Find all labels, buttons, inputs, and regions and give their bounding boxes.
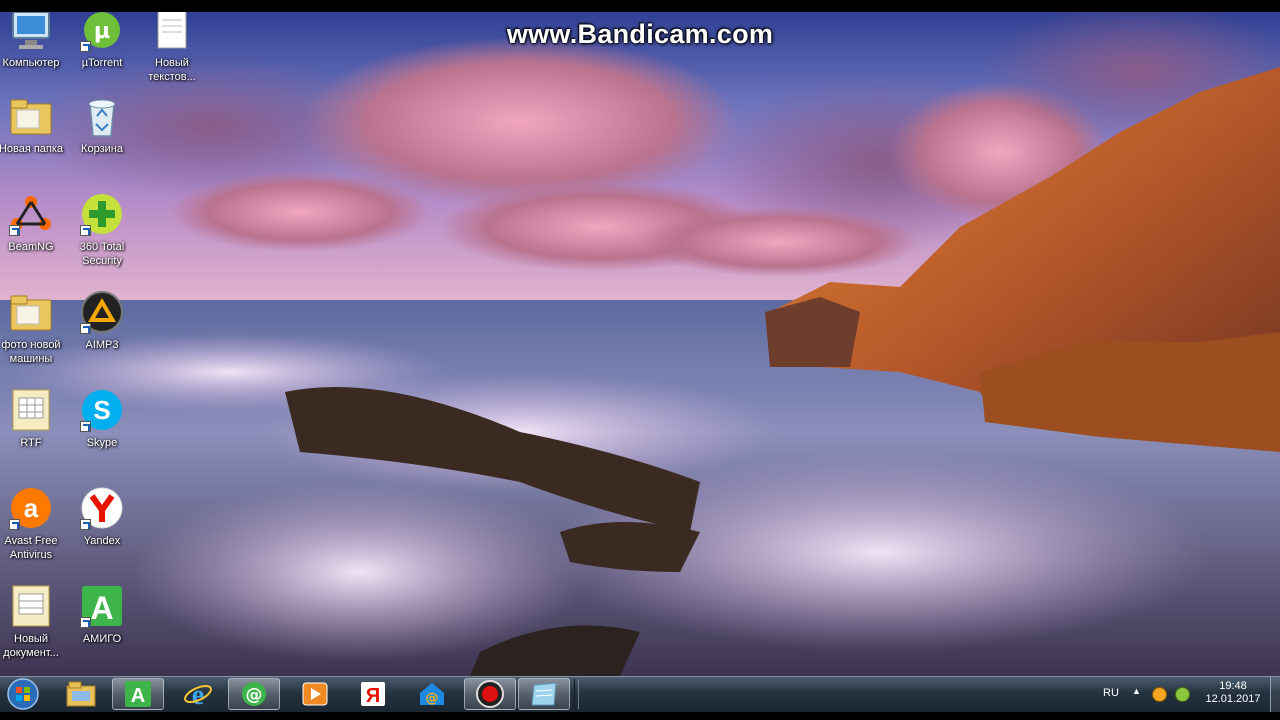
clock-time: 19:48 bbox=[1219, 680, 1247, 692]
language-indicator[interactable]: RU bbox=[1103, 687, 1119, 699]
amigo-icon: A bbox=[125, 681, 151, 707]
skype-icon: S bbox=[78, 386, 126, 434]
desktop[interactable]: www.Bandicam.com Компьютер µ µTorrent Новый… bbox=[0, 12, 1280, 676]
taskbar-notepad-button[interactable] bbox=[518, 678, 570, 710]
internet-explorer-icon: e bbox=[184, 680, 212, 709]
mail-agent-icon: @ bbox=[242, 682, 266, 706]
desktop-icon-label: µTorrent bbox=[81, 57, 123, 69]
taskbar: A e @ Я @ RU ▲ 19:48 12.01.2017 bbox=[0, 676, 1280, 712]
taskbar-bandicam-button[interactable] bbox=[464, 678, 516, 710]
orange-tray-icon[interactable] bbox=[1152, 687, 1167, 702]
desktop-icon-rtf[interactable]: RTF bbox=[0, 386, 68, 450]
avast-icon: a bbox=[7, 484, 55, 532]
taskbar-explorer-button[interactable] bbox=[55, 678, 107, 710]
taskbar-amigo-button[interactable]: A bbox=[112, 678, 164, 710]
taskbar-ie-button[interactable]: e bbox=[172, 678, 224, 710]
desktop-icon-new-doc[interactable]: Новый документ... bbox=[0, 582, 68, 660]
shortcut-arrow-icon bbox=[9, 519, 20, 530]
yandex-icon bbox=[78, 484, 126, 532]
svg-text:@: @ bbox=[246, 685, 263, 705]
desktop-icon-360-security[interactable]: 360 Total Security bbox=[65, 190, 139, 268]
shortcut-arrow-icon bbox=[80, 519, 91, 530]
desktop-icon-photo-folder[interactable]: фото новой машины bbox=[0, 288, 68, 366]
amigo-icon: A bbox=[78, 582, 126, 630]
svg-text:A: A bbox=[90, 590, 113, 626]
folder-icon bbox=[7, 92, 55, 140]
desktop-icon-beamng[interactable]: BeamNG bbox=[0, 190, 68, 254]
desktop-icon-label: фото новой машины bbox=[1, 339, 61, 365]
svg-text:A: A bbox=[131, 685, 145, 707]
shortcut-arrow-icon bbox=[80, 617, 91, 628]
svg-text:@: @ bbox=[426, 691, 439, 706]
desktop-icon-aimp3[interactable]: AIMP3 bbox=[65, 288, 139, 352]
desktop-icon-avast[interactable]: a Avast Free Antivirus bbox=[0, 484, 68, 562]
taskbar-media-player-button[interactable] bbox=[289, 678, 341, 710]
desktop-icon-amigo[interactable]: A АМИГО bbox=[65, 582, 139, 646]
desktop-icon-label: Новый документ... bbox=[3, 633, 59, 659]
desktop-icon-label: Avast Free Antivirus bbox=[4, 535, 58, 561]
clock-date: 12.01.2017 bbox=[1205, 693, 1261, 705]
desktop-icon-label: Корзина bbox=[81, 143, 123, 155]
desktop-icon-label: АМИГО bbox=[82, 633, 122, 645]
start-button[interactable] bbox=[0, 678, 46, 710]
desktop-icon-computer[interactable]: Компьютер bbox=[0, 12, 68, 70]
svg-text:e: e bbox=[192, 680, 204, 709]
svg-text:Я: Я bbox=[366, 685, 380, 707]
file-explorer-icon bbox=[66, 681, 96, 707]
yandex-icon: Я bbox=[361, 682, 385, 707]
360-tray-icon[interactable] bbox=[1175, 687, 1190, 702]
recycle-bin-icon bbox=[78, 92, 126, 140]
show-hidden-icons-icon[interactable]: ▲ bbox=[1132, 686, 1141, 696]
document-icon bbox=[7, 582, 55, 630]
notepad-icon bbox=[531, 682, 557, 706]
taskbar-mail-button[interactable]: @ bbox=[406, 678, 458, 710]
shortcut-arrow-icon bbox=[80, 225, 91, 236]
desktop-icon-label: 360 Total Security bbox=[79, 241, 125, 267]
desktop-icon-label: BeamNG bbox=[8, 241, 54, 253]
shortcut-arrow-icon bbox=[9, 225, 20, 236]
360-security-icon bbox=[78, 190, 126, 238]
utorrent-icon: µ bbox=[78, 12, 126, 54]
desktop-icon-new-text[interactable]: Новый текстов... bbox=[135, 12, 209, 84]
shortcut-arrow-icon bbox=[80, 323, 91, 334]
system-clock[interactable]: 19:48 12.01.2017 bbox=[1200, 680, 1266, 705]
desktop-icon-skype[interactable]: S Skype bbox=[65, 386, 139, 450]
svg-text:a: a bbox=[24, 493, 39, 523]
desktop-icon-label: AIMP3 bbox=[85, 339, 119, 351]
svg-text:µ: µ bbox=[94, 19, 110, 44]
record-icon bbox=[476, 680, 504, 708]
desktop-icon-yandex[interactable]: Yandex bbox=[65, 484, 139, 548]
text-document-icon bbox=[148, 12, 196, 54]
desktop-icon-utorrent[interactable]: µ µTorrent bbox=[65, 12, 139, 70]
desktop-icon-new-folder[interactable]: Новая папка bbox=[0, 92, 68, 156]
desktop-icon-label: Новый текстов... bbox=[148, 57, 196, 83]
desktop-icon-label: RTF bbox=[20, 437, 42, 449]
mail-icon: @ bbox=[420, 683, 444, 706]
desktop-icon-label: Новая папка bbox=[0, 143, 64, 155]
shortcut-arrow-icon bbox=[80, 421, 91, 432]
show-desktop-button[interactable] bbox=[1270, 677, 1280, 712]
shortcut-arrow-icon bbox=[80, 41, 91, 52]
beamng-icon bbox=[7, 190, 55, 238]
windows-start-icon bbox=[7, 678, 39, 710]
taskbar-separator bbox=[574, 679, 579, 709]
desktop-icon-label: Skype bbox=[86, 437, 118, 449]
screen-bottom-border bbox=[0, 712, 1280, 720]
taskbar-yandex-button[interactable]: Я bbox=[347, 678, 399, 710]
aimp-icon bbox=[78, 288, 126, 336]
desktop-icon-label: Yandex bbox=[83, 535, 121, 547]
desktop-icon-label: Компьютер bbox=[2, 57, 60, 69]
media-player-icon bbox=[302, 682, 328, 706]
computer-icon bbox=[7, 12, 55, 54]
folder-icon bbox=[7, 288, 55, 336]
svg-text:S: S bbox=[93, 395, 110, 425]
wallpaper bbox=[0, 12, 1280, 676]
desktop-icon-recycle-bin[interactable]: Корзина bbox=[65, 92, 139, 156]
rtf-document-icon bbox=[7, 386, 55, 434]
taskbar-mail-agent-button[interactable]: @ bbox=[228, 678, 280, 710]
